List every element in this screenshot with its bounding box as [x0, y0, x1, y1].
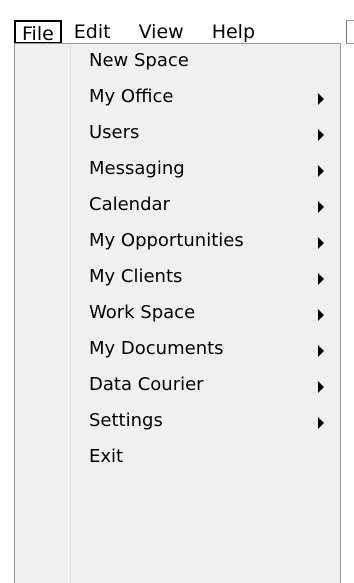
submenu-arrow-icon: [318, 309, 324, 321]
menu-bar-edge: [346, 20, 354, 44]
menu-item-my-clients[interactable]: My Clients: [15, 260, 340, 296]
menu-item-my-opportunities[interactable]: My Opportunities: [15, 224, 340, 260]
menu-item-label: Users: [89, 122, 140, 143]
menu-item-label: Exit: [89, 446, 124, 467]
menu-help[interactable]: Help: [198, 20, 261, 44]
menu-edit[interactable]: Edit: [74, 20, 125, 44]
submenu-arrow-icon: [318, 201, 324, 213]
menu-item-label: My Documents: [89, 338, 224, 359]
menu-item-users[interactable]: Users: [15, 116, 340, 152]
menu-item-new-space[interactable]: New Space: [15, 44, 340, 80]
submenu-arrow-icon: [318, 129, 324, 141]
menu-item-label: Calendar: [89, 194, 170, 215]
submenu-arrow-icon: [318, 165, 324, 177]
menu-item-my-office[interactable]: My Office: [15, 80, 340, 116]
menu-item-label: New Space: [89, 50, 189, 71]
menu-file[interactable]: File: [14, 20, 62, 45]
menu-item-label: Messaging: [89, 158, 185, 179]
submenu-arrow-icon: [318, 273, 324, 285]
menu-item-work-space[interactable]: Work Space: [15, 296, 340, 332]
menu-bar: File Edit View Help: [0, 0, 354, 45]
menu-view[interactable]: View: [125, 20, 198, 44]
menu-item-label: Settings: [89, 410, 163, 431]
menu-item-messaging[interactable]: Messaging: [15, 152, 340, 188]
menu-item-data-courier[interactable]: Data Courier: [15, 368, 340, 404]
submenu-arrow-icon: [318, 417, 324, 429]
submenu-arrow-icon: [318, 93, 324, 105]
menu-item-label: My Opportunities: [89, 230, 244, 251]
submenu-arrow-icon: [318, 381, 324, 393]
submenu-arrow-icon: [318, 237, 324, 249]
file-dropdown-menu: New Space My Office Users Messaging Cale…: [14, 43, 341, 583]
menu-item-label: My Office: [89, 86, 174, 107]
menu-bar-items: File Edit View Help: [14, 20, 261, 45]
menu-item-my-documents[interactable]: My Documents: [15, 332, 340, 368]
submenu-arrow-icon: [318, 345, 324, 357]
menu-item-label: My Clients: [89, 266, 183, 287]
menu-item-label: Work Space: [89, 302, 196, 323]
menu-item-label: Data Courier: [89, 374, 204, 395]
menu-item-settings[interactable]: Settings: [15, 404, 340, 440]
menu-item-exit[interactable]: Exit: [15, 440, 340, 476]
menu-item-calendar[interactable]: Calendar: [15, 188, 340, 224]
